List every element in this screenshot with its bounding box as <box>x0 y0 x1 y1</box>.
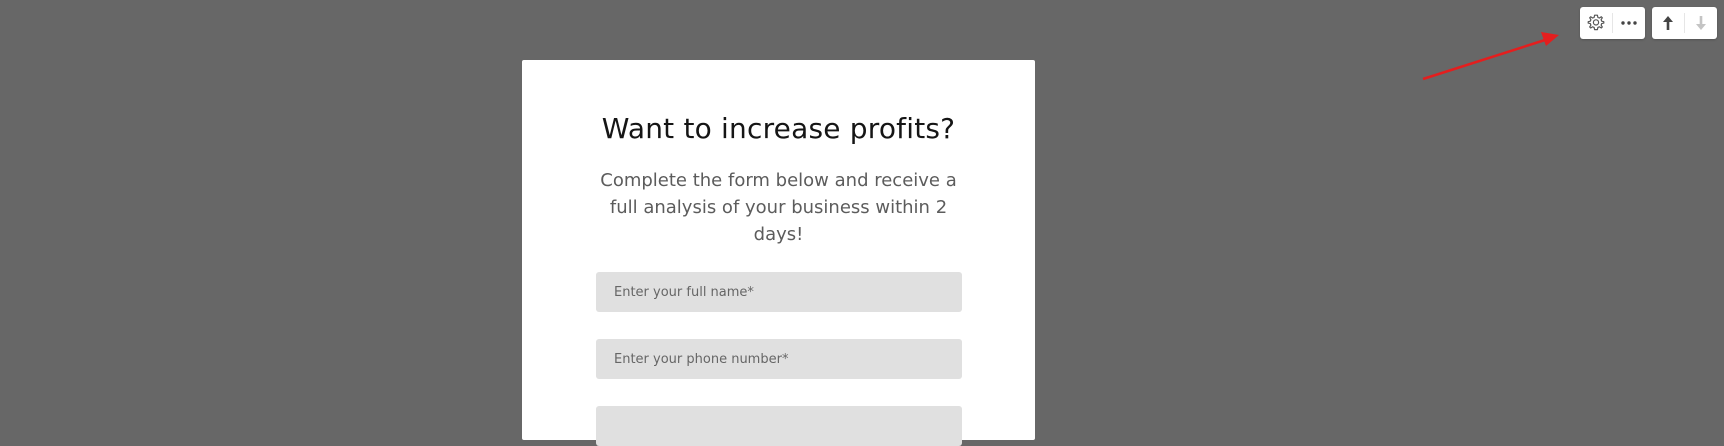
more-dots-icon <box>1621 21 1637 25</box>
move-up-button[interactable] <box>1652 7 1684 39</box>
third-input[interactable] <box>596 406 962 446</box>
gear-icon <box>1587 14 1605 31</box>
form-subtitle: Complete the form below and receive a fu… <box>600 170 957 245</box>
full-name-field[interactable] <box>596 272 962 312</box>
third-field[interactable] <box>596 406 962 446</box>
move-down-button[interactable] <box>1685 7 1717 39</box>
more-options-button[interactable] <box>1613 7 1645 39</box>
phone-number-field[interactable] <box>596 339 962 379</box>
settings-button[interactable] <box>1580 7 1612 39</box>
form-title: Want to increase profits? <box>601 112 956 145</box>
phone-number-input[interactable] <box>596 339 962 379</box>
form-card: Want to increase profits? Complete the f… <box>522 60 1035 446</box>
block-move-toolbar <box>1652 7 1717 39</box>
arrow-down-icon <box>1696 16 1706 30</box>
full-name-input[interactable] <box>596 272 962 312</box>
arrow-up-icon <box>1663 16 1673 30</box>
block-settings-toolbar <box>1580 7 1645 39</box>
